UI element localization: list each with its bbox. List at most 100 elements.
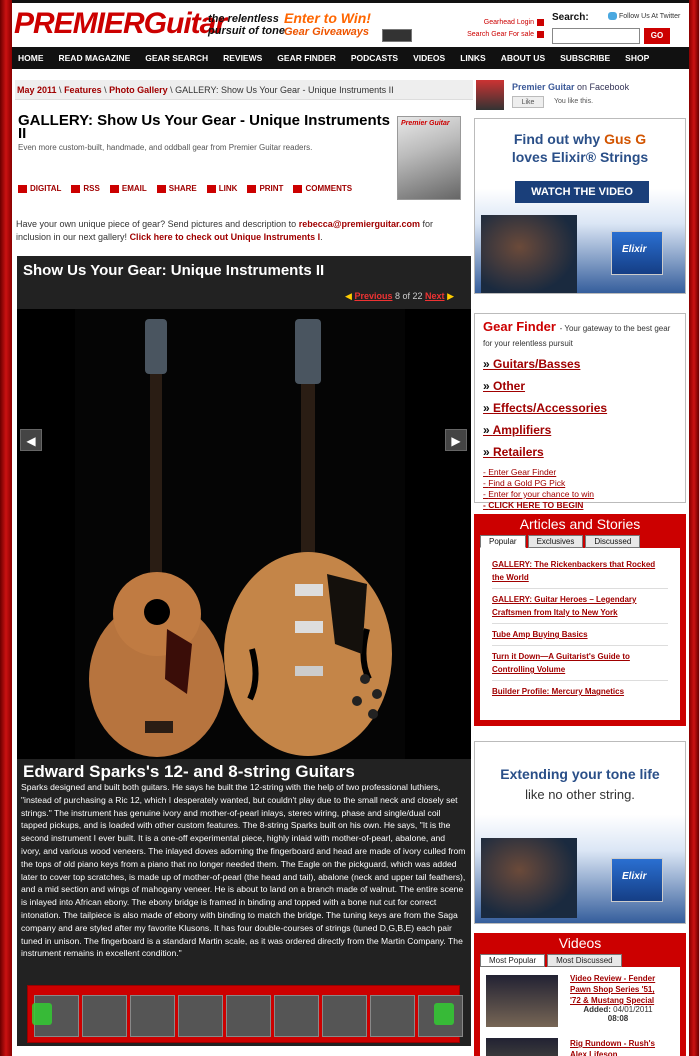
gearhead-login-link[interactable]: Gearhead Login — [464, 17, 544, 29]
magazine-cover[interactable]: Premier Guitar — [397, 116, 461, 200]
nav-videos[interactable]: VIDEOS — [413, 53, 445, 63]
unique-instruments-i-link[interactable]: Click here to check out Unique Instrumen… — [130, 232, 321, 242]
list-item[interactable]: Turn it Down—A Guitarist's Guide to Cont… — [492, 646, 668, 681]
thumbnail[interactable] — [370, 995, 415, 1037]
tagline: the relentless pursuit of tone — [208, 13, 285, 37]
nav-read-magazine[interactable]: READ MAGAZINE — [59, 53, 131, 63]
elixir-ad-1[interactable]: Find out why Gus G loves Elixir® Strings… — [474, 118, 686, 294]
site-logo[interactable]: PREMIERGuitar — [14, 8, 227, 40]
tab-exclusives[interactable]: Exclusives — [527, 535, 584, 548]
video-title-link[interactable]: Video Review - Fender Pawn Shop Series '… — [570, 973, 666, 1006]
nav-subscribe[interactable]: SUBSCRIBE — [560, 53, 610, 63]
right-neck — [301, 384, 315, 574]
share-toolbar: DIGITAL RSS EMAIL SHARE LINK PRINT COMME… — [18, 184, 362, 193]
gear-finder-link-win[interactable]: - Enter for your chance to win — [483, 489, 677, 500]
gear-finder-item-amplifiers[interactable]: Amplifiers — [483, 423, 677, 437]
tab-most-popular[interactable]: Most Popular — [480, 954, 546, 967]
video-thumbnail[interactable] — [486, 1038, 558, 1056]
left-headstock — [145, 319, 167, 374]
nav-gear-finder[interactable]: GEAR FINDER — [277, 53, 336, 63]
twitter-link[interactable]: Follow Us At Twitter — [608, 12, 680, 20]
video-thumbnail[interactable] — [486, 975, 558, 1027]
pickup-neck — [295, 584, 323, 596]
thumbnail[interactable] — [130, 995, 175, 1037]
list-item[interactable]: GALLERY: Guitar Heroes – Legendary Craft… — [492, 589, 668, 624]
next-arrow-icon[interactable]: ▶ — [447, 291, 454, 301]
search-gear-link[interactable]: Search Gear For sale — [464, 29, 544, 41]
facebook-avatar[interactable] — [476, 80, 504, 110]
share-comments[interactable]: COMMENTS — [293, 184, 352, 193]
photo-caption: Sparks designed and built both guitars. … — [21, 782, 466, 959]
gallery-position: 8 of 22 — [394, 291, 423, 301]
share-rss[interactable]: RSS — [71, 184, 100, 193]
ad2-headline-2: like no other string. — [525, 787, 635, 802]
tailpiece — [295, 666, 323, 676]
search-go-button[interactable]: GO — [644, 28, 670, 44]
nav-podcasts[interactable]: PODCASTS — [351, 53, 398, 63]
gallery-next-button[interactable]: ▶ — [445, 429, 467, 451]
login-icon — [537, 18, 544, 26]
list-item[interactable]: GALLERY: The Rickenbackers that Rocked t… — [492, 554, 668, 589]
elixir-ad-2[interactable]: Extending your tone life like no other s… — [474, 741, 686, 924]
previous-link[interactable]: Previous — [354, 291, 392, 301]
nav-about-us[interactable]: ABOUT US — [501, 53, 545, 63]
gear-finder-link-enter[interactable]: - Enter Gear Finder — [483, 467, 677, 478]
ad1-headline-2: loves Elixir® Strings — [511, 149, 649, 165]
gallery-prev-button[interactable]: ◀ — [20, 429, 42, 451]
facebook-you-like: You like this. — [554, 98, 594, 105]
nav-reviews[interactable]: REVIEWS — [223, 53, 262, 63]
ad1-headline-1: Find out why Gus G — [513, 131, 647, 147]
share-digital[interactable]: DIGITAL — [18, 184, 61, 193]
facebook-widget: Premier Guitar on Facebook Like You like… — [474, 77, 686, 115]
gear-finder-item-effects[interactable]: Effects/Accessories — [483, 401, 677, 415]
nav-links[interactable]: LINKS — [460, 53, 486, 63]
share-link[interactable]: LINK — [206, 184, 237, 193]
facebook-like-button[interactable]: Like — [512, 96, 544, 108]
gear-finder-link-gold-pick[interactable]: - Find a Gold PG Pick — [483, 478, 677, 489]
print-icon — [247, 184, 257, 193]
photo-gallery: Show Us Your Gear: Unique Instruments II… — [17, 256, 471, 1046]
ad2-headline-1: Extending your tone life — [500, 766, 660, 782]
ad1-string-pack: Elixir — [611, 231, 663, 275]
thumbnail[interactable] — [178, 995, 223, 1037]
thumbnail[interactable] — [322, 995, 367, 1037]
share-share[interactable]: SHARE — [156, 184, 197, 193]
list-item[interactable]: Builder Profile: Mercury Magnetics — [492, 681, 668, 702]
nav-gear-search[interactable]: GEAR SEARCH — [145, 53, 208, 63]
rss-icon — [71, 184, 81, 193]
gear-finder-item-other[interactable]: Other — [483, 379, 677, 393]
videos-tabs: Most Popular Most Discussed — [480, 954, 680, 967]
share-print[interactable]: PRINT — [247, 184, 283, 193]
page-title: GALLERY: Show Us Your Gear - Unique Inst… — [18, 112, 390, 142]
nav-home[interactable]: HOME — [18, 53, 44, 63]
list-item[interactable]: Tube Amp Buying Basics — [492, 624, 668, 646]
guitars-image — [75, 309, 405, 759]
tab-most-discussed[interactable]: Most Discussed — [547, 954, 622, 967]
nav-shop[interactable]: SHOP — [625, 53, 649, 63]
thumbs-prev-arrow-icon[interactable] — [32, 1003, 52, 1025]
share-email[interactable]: EMAIL — [109, 184, 147, 193]
gear-finder-link-begin[interactable]: - CLICK HERE TO BEGIN — [483, 500, 677, 511]
thumbs-next-arrow-icon[interactable] — [434, 1003, 454, 1025]
page-subtitle: Even more custom-built, handmade, and od… — [18, 143, 313, 152]
twitter-icon — [608, 12, 617, 20]
thumbnail[interactable] — [274, 995, 319, 1037]
video-title-link[interactable]: Rig Rundown - Rush's Alex Lifeson — [570, 1038, 670, 1056]
search-input[interactable] — [552, 28, 640, 44]
email-link[interactable]: rebecca@premierguitar.com — [299, 219, 420, 229]
prev-arrow-icon[interactable]: ◀ — [345, 291, 352, 301]
gear-finder-item-guitars-basses[interactable]: Guitars/Basses — [483, 357, 677, 371]
share-icon — [156, 184, 166, 193]
thumbnail[interactable] — [226, 995, 271, 1037]
thumbnail-strip — [27, 985, 463, 1043]
gear-finder-item-retailers[interactable]: Retailers — [483, 445, 677, 459]
watch-video-button[interactable]: WATCH THE VIDEO — [515, 181, 649, 203]
promo-banner[interactable]: Enter to Win! Gear Giveaways — [284, 11, 414, 42]
tab-popular[interactable]: Popular — [480, 535, 526, 548]
thumbnail[interactable] — [82, 995, 127, 1037]
magazine-cover-logo: Premier Guitar — [401, 120, 450, 127]
facebook-page-name[interactable]: Premier Guitar on Facebook — [512, 82, 629, 92]
next-link[interactable]: Next — [425, 291, 445, 301]
help-icon — [537, 30, 544, 38]
tab-discussed[interactable]: Discussed — [585, 535, 641, 548]
